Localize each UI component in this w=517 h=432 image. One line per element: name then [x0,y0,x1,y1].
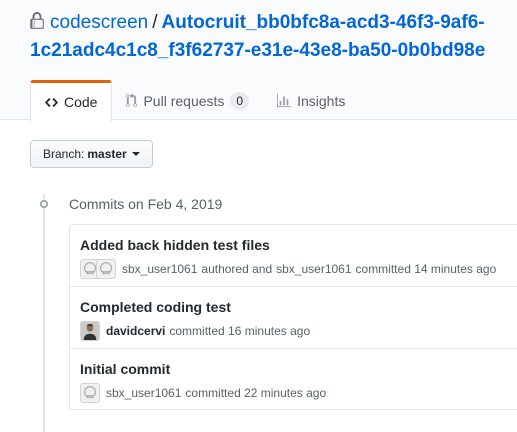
lock-icon [30,12,44,29]
chevron-down-icon [131,152,140,156]
commit-message-link[interactable]: Initial commit [80,360,517,378]
tab-insights[interactable]: Insights [263,80,359,121]
repo-name-link-line2[interactable]: 1c21adc4c1c8_f3f62737-e31e-43e8-ba50-0b0… [30,38,517,64]
commit-meta: sbx_user1061 committed 22 minutes ago [80,383,517,403]
branch-prefix: Branch: [43,147,85,161]
repo-owner-link[interactable]: codescreen [50,12,148,33]
commit-time-text: committed 16 minutes ago [169,324,311,338]
commit-meta: sbx_user1061 authored and sbx_user1061 c… [80,259,517,279]
pull-requests-count-badge: 0 [230,91,250,110]
code-icon [45,97,58,107]
repo-nav-tabs: Code Pull requests 0 Insights [30,80,359,122]
avatar[interactable] [96,259,116,279]
timeline-line [43,194,45,432]
commit-group-icon [39,199,49,209]
commit-time-text: committed 22 minutes ago [185,386,327,400]
github-placeholder-icon [83,385,97,399]
pull-request-icon [126,93,138,107]
commits-date-heading: Commits on Feb 4, 2019 [69,196,223,212]
tab-pull-requests-label: Pull requests [143,92,225,109]
graph-icon [277,93,292,107]
tab-pull-requests[interactable]: Pull requests 0 [112,80,263,121]
commit-row: Completed coding test davidcervi committ… [70,287,517,349]
commit-row: Initial commit sbx_user1061 committed 22… [70,349,517,409]
commit-author-link[interactable]: sbx_user1061 [106,383,181,403]
github-placeholder-icon [99,261,113,275]
avatar-stack [80,383,100,403]
repo-title: codescreen / Autocruit_bb0bfc8a-acd3-46f3-… [30,10,517,36]
repo-separator: / [152,12,158,33]
tab-code[interactable]: Code [30,80,113,122]
commit-author-link[interactable]: sbx_user1061 [122,259,197,279]
repo-name-link[interactable]: Autocruit_bb0bfc8a-acd3-46f3-9af6- [162,12,485,33]
avatar-stack [80,259,116,279]
tab-code-label: Code [64,94,98,110]
commit-committer-link[interactable]: sbx_user1061 [276,259,351,279]
avatar[interactable] [80,383,100,403]
repo-header: codescreen / Autocruit_bb0bfc8a-acd3-46f3-… [0,0,517,122]
branch-select-button[interactable]: Branch: master [30,140,153,168]
avatar[interactable] [80,321,100,341]
commit-author-link[interactable]: davidcervi [106,321,165,341]
user-photo-icon [81,322,99,340]
commit-meta: davidcervi committed 16 minutes ago [80,321,517,341]
avatar-stack [80,321,100,341]
commit-list: Added back hidden test files sbx_user106… [69,224,517,410]
commit-message-link[interactable]: Added back hidden test files [80,236,517,254]
commit-message-link[interactable]: Completed coding test [80,298,517,316]
commit-authored-text: authored and [201,262,273,276]
branch-name: master [87,147,127,161]
commit-row: Added back hidden test files sbx_user106… [70,225,517,287]
commit-time-text: committed 14 minutes ago [355,262,497,276]
tab-insights-label: Insights [297,92,346,109]
